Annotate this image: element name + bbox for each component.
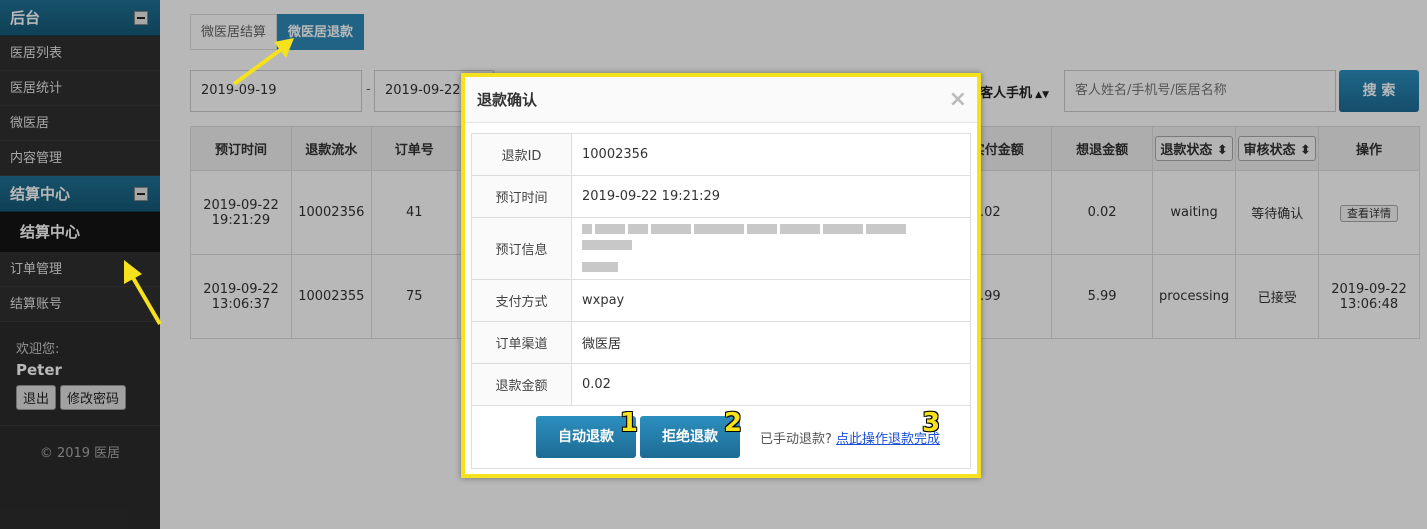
- detail-value: 2019-09-22 19:21:29: [571, 175, 971, 218]
- detail-label: 预订时间: [471, 175, 572, 218]
- detail-row: 订单渠道 微医居: [471, 321, 971, 364]
- detail-label: 预订信息: [471, 217, 572, 280]
- detail-row: 支付方式 wxpay: [471, 279, 971, 322]
- detail-value: 0.02: [571, 363, 971, 406]
- detail-row: 预订时间 2019-09-22 19:21:29: [471, 175, 971, 218]
- detail-value: 微医居: [571, 321, 971, 364]
- refund-confirm-modal: 退款确认 × 退款ID 10002356 预订时间 2019-09-22 19:…: [461, 73, 981, 478]
- step-badge: 3: [921, 408, 941, 438]
- modal-title: 退款确认: [477, 91, 538, 109]
- annotation-arrow-icon: [124, 260, 162, 326]
- manual-refund-text: 已手动退款?: [760, 432, 832, 447]
- detail-label: 退款金额: [471, 363, 572, 406]
- step-badge: 1: [619, 408, 638, 438]
- modal-details-table: 退款ID 10002356 预订时间 2019-09-22 19:21:29 预…: [471, 133, 971, 406]
- detail-value: 10002356: [571, 133, 971, 176]
- manual-refund-note: 已手动退款? 点此操作退款完成 3: [760, 408, 940, 447]
- redacted-booking-info: [571, 217, 971, 280]
- detail-row: 预订信息: [471, 217, 971, 280]
- reject-refund-button[interactable]: 拒绝退款 2: [640, 408, 742, 458]
- detail-label: 退款ID: [471, 133, 572, 176]
- step-badge: 2: [723, 408, 742, 438]
- detail-row: 退款ID 10002356: [471, 133, 971, 176]
- detail-value: wxpay: [571, 279, 971, 322]
- detail-row: 退款金额 0.02: [471, 363, 971, 406]
- detail-label: 订单渠道: [471, 321, 572, 364]
- close-icon[interactable]: ×: [949, 87, 967, 112]
- modal-footer: 自动退款 1 拒绝退款 2 已手动退款? 点此操作退款完成 3: [471, 406, 971, 469]
- annotation-arrow-icon: [232, 38, 294, 86]
- auto-refund-button[interactable]: 自动退款 1: [536, 408, 638, 458]
- modal-header: 退款确认 ×: [465, 77, 977, 123]
- detail-label: 支付方式: [471, 279, 572, 322]
